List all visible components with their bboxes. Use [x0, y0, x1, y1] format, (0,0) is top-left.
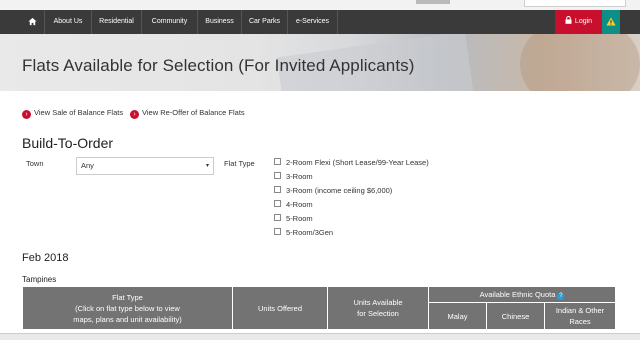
nav-residential[interactable]: Residential [92, 10, 142, 34]
town-select[interactable]: Any ▾ [76, 157, 214, 175]
indian-others-header: Indian & Other Races [544, 302, 616, 330]
ethnic-quota-label: Available Ethnic Quota [479, 290, 556, 299]
units-available-header: Units Available for Selection [327, 286, 429, 330]
sale-of-balance-link[interactable]: › View Sale of Balance Flats [22, 108, 123, 119]
login-label: Login [574, 18, 593, 25]
flat-type-checkbox[interactable]: 3-Room (income ceiling $6,000) [274, 186, 392, 195]
flat-type-checkbox[interactable]: 2-Room Flexi (Short Lease/99-Year Lease) [274, 158, 429, 167]
checkbox[interactable] [274, 200, 281, 207]
chinese-header: Chinese [486, 302, 545, 330]
flat-type-column-header: Flat Type (Click on flat type below to v… [22, 286, 233, 330]
chevron-right-icon: › [130, 110, 139, 119]
nav-car-parks[interactable]: Car Parks [242, 10, 288, 34]
flat-type-option-label: 5-Room/3Gen [286, 228, 334, 237]
flat-type-option-label: 3-Room [286, 172, 313, 181]
flats-table: Flat Type (Click on flat type below to v… [22, 286, 616, 330]
chevron-right-icon: › [22, 110, 31, 119]
logo[interactable] [416, 0, 450, 4]
home-icon [27, 17, 37, 26]
flat-type-header-hint-cont: maps, plans and unit availability) [73, 314, 182, 324]
alert-button[interactable] [602, 10, 620, 34]
checkbox[interactable] [274, 158, 281, 165]
flat-type-label: Flat Type [224, 159, 255, 168]
units-available-header-line2: for Selection [357, 309, 399, 318]
town-select-value: Any [81, 161, 94, 170]
section-heading: Build-To-Order [22, 135, 114, 151]
hero-banner: Flats Available for Selection (For Invit… [0, 34, 640, 91]
home-button[interactable] [20, 10, 45, 34]
hero-background-image-accent [520, 34, 640, 91]
nav-business[interactable]: Business [198, 10, 242, 34]
flat-type-checkbox[interactable]: 4-Room [274, 200, 313, 209]
nav-e-services[interactable]: e-Services [288, 10, 338, 34]
login-button[interactable]: Login [555, 10, 602, 34]
estate-name: Tampines [22, 275, 57, 284]
malay-header: Malay [428, 302, 487, 330]
checkbox[interactable] [274, 214, 281, 221]
nav-community[interactable]: Community [142, 10, 198, 34]
search-input[interactable] [524, 0, 626, 7]
re-offer-link[interactable]: › View Re-Offer of Balance Flats [130, 108, 245, 119]
re-offer-label: View Re-Offer of Balance Flats [142, 108, 245, 117]
flat-type-option-label: 5-Room [286, 214, 313, 223]
listing-month: Feb 2018 [22, 252, 69, 264]
nav-about-us[interactable]: About Us [45, 10, 92, 34]
sale-of-balance-label: View Sale of Balance Flats [34, 108, 124, 117]
flat-type-option-label: 4-Room [286, 200, 313, 209]
checkbox[interactable] [274, 186, 281, 193]
flat-type-header-title: Flat Type [112, 292, 143, 302]
flat-type-option-label: 3-Room (income ceiling $6,000) [286, 186, 393, 195]
units-offered-header: Units Offered [232, 286, 328, 330]
flat-type-checkbox[interactable]: 3-Room [274, 172, 313, 181]
lock-icon [565, 16, 572, 24]
main-nav: About Us Residential Community Business … [0, 10, 640, 34]
flat-type-checkbox[interactable]: 5-Room [274, 214, 313, 223]
ethnic-quota-header: Available Ethnic Quota? [428, 286, 616, 303]
warning-icon [606, 17, 616, 26]
top-utility-strip [0, 0, 640, 10]
checkbox[interactable] [274, 172, 281, 179]
checkbox[interactable] [274, 228, 281, 235]
flat-type-checkbox[interactable]: 5-Room/3Gen [274, 228, 333, 237]
units-available-header-line1: Units Available [353, 298, 403, 307]
town-label: Town [26, 159, 44, 168]
flat-type-option-label: 2-Room Flexi (Short Lease/99-Year Lease) [286, 158, 429, 167]
caret-down-icon: ▾ [205, 163, 209, 169]
flat-type-header-hint: (Click on flat type below to view [75, 303, 180, 313]
help-icon[interactable]: ? [557, 293, 565, 300]
page-title: Flats Available for Selection (For Invit… [22, 56, 415, 75]
